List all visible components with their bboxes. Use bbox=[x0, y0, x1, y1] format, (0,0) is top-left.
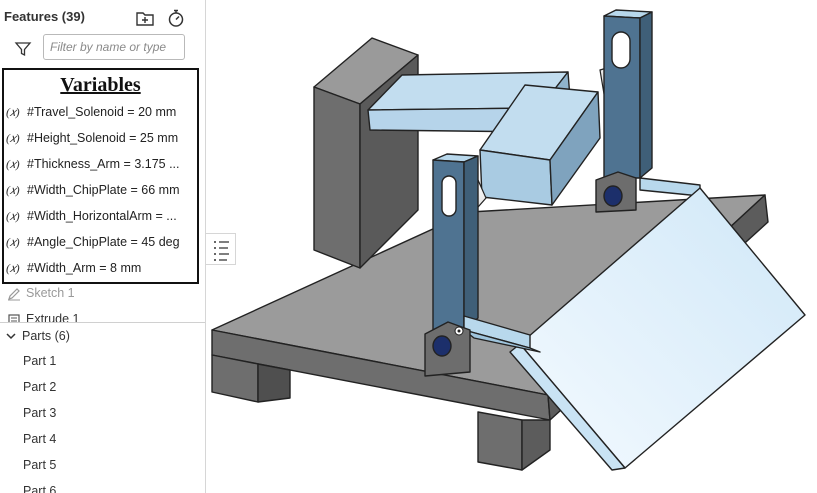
variable-label: #Width_HorizontalArm = ... bbox=[27, 209, 177, 223]
variable-row[interactable]: (𝑥) #Travel_Solenoid = 20 mm bbox=[4, 103, 197, 125]
variable-row[interactable]: (𝑥) #Width_HorizontalArm = ... bbox=[4, 207, 197, 229]
variable-row[interactable]: (𝑥) #Height_Solenoid = 25 mm bbox=[4, 129, 197, 151]
features-title: Features (39) bbox=[4, 9, 85, 24]
variable-icon: (𝑥) bbox=[6, 131, 20, 145]
parts-title: Parts (6) bbox=[22, 329, 70, 343]
variable-icon: (𝑥) bbox=[6, 261, 20, 275]
variable-label: #Angle_ChipPlate = 45 deg bbox=[27, 235, 180, 249]
part-item[interactable]: Part 1 bbox=[23, 354, 193, 374]
part-item[interactable]: Part 2 bbox=[23, 380, 193, 400]
variables-heading: Variables bbox=[60, 74, 141, 96]
right-arm bbox=[595, 9, 701, 213]
variable-label: #Height_Solenoid = 25 mm bbox=[27, 131, 179, 145]
filter-input[interactable] bbox=[43, 34, 185, 60]
variable-icon: (𝑥) bbox=[6, 157, 20, 171]
part-item[interactable]: Part 6 bbox=[23, 484, 193, 493]
panel-divider[interactable] bbox=[0, 322, 205, 323]
feature-panel-header: Features (39) bbox=[4, 8, 200, 28]
add-feature-folder-icon[interactable] bbox=[135, 8, 155, 28]
filter-funnel-icon[interactable] bbox=[14, 40, 32, 58]
parts-header[interactable]: Parts (6) bbox=[0, 327, 200, 347]
part-item[interactable]: Part 4 bbox=[23, 432, 193, 452]
part-item[interactable]: Part 3 bbox=[23, 406, 193, 426]
feature-item-sketch-1[interactable]: Sketch 1 bbox=[0, 285, 200, 305]
variable-icon: (𝑥) bbox=[6, 183, 20, 197]
variable-row[interactable]: (𝑥) #Width_ChipPlate = 66 mm bbox=[4, 181, 197, 203]
variable-row[interactable]: (𝑥) #Angle_ChipPlate = 45 deg bbox=[4, 233, 197, 255]
chevron-down-icon[interactable] bbox=[5, 330, 17, 342]
3d-viewport[interactable] bbox=[206, 0, 817, 493]
variable-label: #Width_Arm = 8 mm bbox=[27, 261, 142, 275]
feature-panel: Features (39) Variables (𝑥) #Travel_Sole… bbox=[0, 0, 206, 493]
variables-box: Variables (𝑥) #Travel_Solenoid = 20 mm (… bbox=[2, 68, 199, 284]
stopwatch-icon[interactable] bbox=[166, 8, 186, 28]
variable-label: #Travel_Solenoid = 20 mm bbox=[27, 105, 177, 119]
variable-row[interactable]: (𝑥) #Width_Arm = 8 mm bbox=[4, 259, 197, 281]
variable-icon: (𝑥) bbox=[6, 209, 20, 223]
sketch-pencil-icon bbox=[8, 288, 20, 301]
feature-item-label: Sketch 1 bbox=[26, 286, 75, 300]
variable-row[interactable]: (𝑥) #Thickness_Arm = 3.175 ... bbox=[4, 155, 197, 177]
variable-label: #Width_ChipPlate = 66 mm bbox=[27, 183, 180, 197]
variable-label: #Thickness_Arm = 3.175 ... bbox=[27, 157, 180, 171]
filter-row bbox=[12, 34, 192, 64]
solenoid-block bbox=[313, 37, 419, 269]
part-item[interactable]: Part 5 bbox=[23, 458, 193, 478]
variable-icon: (𝑥) bbox=[6, 235, 20, 249]
variable-icon: (𝑥) bbox=[6, 105, 20, 119]
